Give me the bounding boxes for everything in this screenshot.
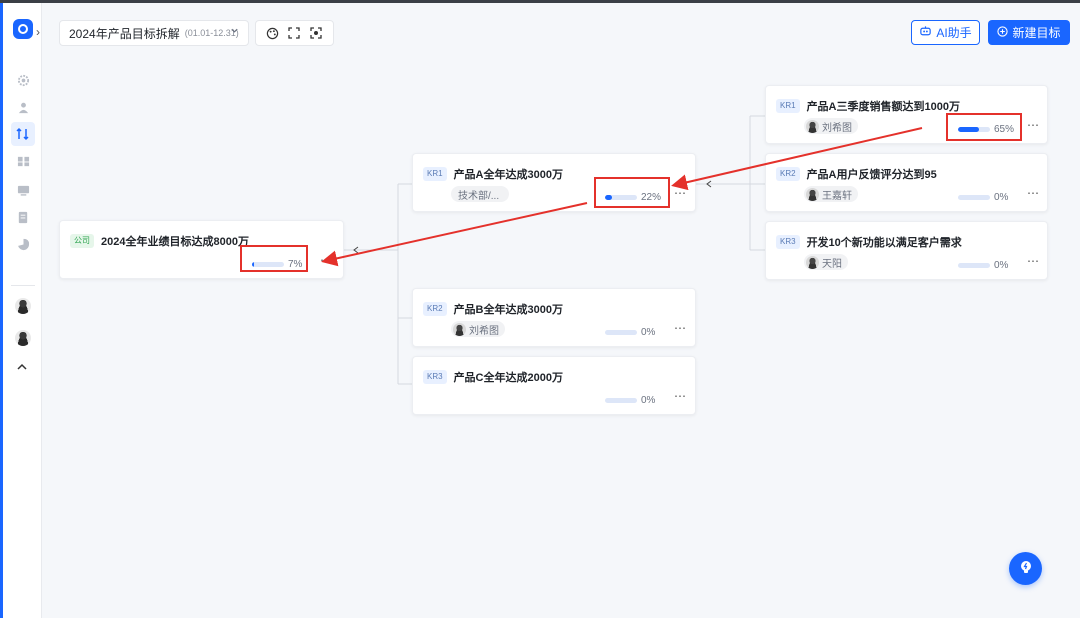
new-objective-button[interactable]: 新建目标 [988, 20, 1070, 45]
robot-icon [919, 25, 932, 40]
progress: 0% [605, 395, 655, 406]
highlight-box [946, 113, 1022, 141]
avatar [806, 119, 819, 133]
owner-name: 天阳 [822, 258, 842, 270]
objective-set-select[interactable]: 2024年产品目标拆解 (01.01-12.31) [59, 20, 249, 46]
avatar [806, 187, 819, 201]
progress-bar [958, 263, 990, 268]
user-icon[interactable] [13, 97, 33, 117]
progress-percent: 0% [994, 192, 1009, 203]
owner-chip[interactable]: 王嘉轩 [804, 186, 858, 202]
owner-name: 王嘉轩 [822, 190, 852, 202]
kr-title: 产品A全年达成3000万 [453, 169, 563, 181]
kr-card[interactable]: KR3 开发10个新功能以满足客户需求 天阳 0% ⋯ [765, 221, 1048, 280]
progress-bar [605, 398, 637, 403]
fullscreen-icon[interactable] [287, 26, 301, 40]
kr-tag: KR2 [776, 167, 800, 181]
kr-tag: KR3 [776, 235, 800, 249]
dashboard-icon[interactable] [13, 151, 33, 171]
kr-tag: KR1 [423, 167, 447, 181]
ai-assistant-label: AI助手 [936, 26, 972, 40]
window-top-edge [0, 0, 1080, 3]
focus-icon[interactable] [309, 26, 323, 40]
document-icon[interactable] [13, 207, 33, 227]
more-icon[interactable]: ⋯ [674, 321, 687, 335]
more-icon[interactable]: ⋯ [320, 253, 333, 267]
progress-percent: 0% [641, 395, 656, 406]
settings-icon[interactable] [13, 70, 33, 90]
owner-chip[interactable]: 技术部/... [451, 186, 509, 202]
more-icon[interactable]: ⋯ [674, 389, 687, 403]
avatar [806, 255, 819, 269]
kr-title: 产品A用户反馈评分达到95 [806, 169, 937, 181]
kr-card[interactable]: KR2 产品A用户反馈评分达到95 王嘉轩 0% ⋯ [765, 153, 1048, 212]
more-icon[interactable]: ⋯ [1027, 186, 1040, 200]
palette-icon[interactable] [266, 26, 280, 40]
owner-chip[interactable]: 天阳 [804, 254, 848, 270]
objective-set-title: 2024年产品目标拆解 [69, 26, 180, 41]
more-icon[interactable]: ⋯ [1027, 118, 1040, 132]
pie-chart-icon[interactable] [13, 234, 33, 254]
owner-name: 技术部/... [458, 190, 500, 202]
progress-bar [605, 330, 637, 335]
chevron-down-icon [230, 26, 239, 38]
kr-tag: KR2 [423, 302, 447, 316]
view-toolbar [255, 20, 334, 46]
kr-title: 产品C全年达成2000万 [453, 372, 563, 384]
plus-circle-icon [997, 25, 1009, 40]
avatar [453, 322, 466, 336]
user-avatar[interactable] [15, 298, 31, 314]
app-logo-icon[interactable] [13, 19, 33, 39]
sidebar-divider [11, 285, 35, 286]
help-button[interactable] [1009, 552, 1042, 585]
chevron-up-icon[interactable] [16, 361, 30, 375]
kr-card[interactable]: KR2 产品B全年达成3000万 刘希图 0% ⋯ [412, 288, 696, 347]
company-tag: 公司 [70, 234, 94, 248]
kr-tag: KR3 [423, 370, 447, 384]
sidebar: › [3, 3, 42, 618]
progress: 0% [605, 327, 655, 338]
kr-card[interactable]: KR3 产品C全年达成2000万 0% ⋯ [412, 356, 696, 415]
progress-bar [958, 195, 990, 200]
objective-title: 2024全年业绩目标达成8000万 [101, 236, 249, 248]
kr-tag: KR1 [776, 99, 800, 113]
monitor-icon[interactable] [13, 180, 33, 200]
progress-percent: 0% [641, 327, 656, 338]
ai-assistant-button[interactable]: AI助手 [911, 20, 980, 45]
highlight-box [240, 245, 308, 272]
more-icon[interactable]: ⋯ [674, 186, 687, 200]
progress: 0% [958, 192, 1008, 203]
user-avatar[interactable] [15, 330, 31, 346]
progress-percent: 0% [994, 260, 1009, 271]
progress: 0% [958, 260, 1008, 271]
kr-title: 产品A三季度销售额达到1000万 [806, 101, 960, 113]
chevron-right-icon[interactable]: › [36, 25, 46, 39]
kr-title: 开发10个新功能以满足客户需求 [806, 237, 962, 249]
owner-name: 刘希图 [822, 122, 852, 134]
new-objective-label: 新建目标 [1012, 26, 1061, 40]
highlight-box [594, 177, 670, 208]
kr-title: 产品B全年达成3000万 [453, 304, 563, 316]
owner-chip[interactable]: 刘希图 [451, 321, 505, 337]
okr-tree-icon[interactable] [11, 122, 35, 146]
more-icon[interactable]: ⋯ [1027, 254, 1040, 268]
owner-chip[interactable]: 刘希图 [804, 118, 858, 134]
lightbulb-icon [1018, 559, 1034, 578]
owner-name: 刘希图 [469, 325, 499, 337]
